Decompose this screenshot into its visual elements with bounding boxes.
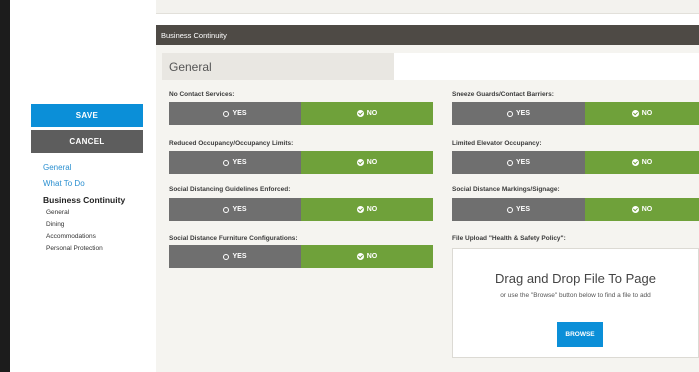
no-option-selected[interactable]: NO xyxy=(585,198,699,221)
yes-option[interactable]: YES xyxy=(169,102,301,125)
option-label: NO xyxy=(366,159,378,166)
radio-icon xyxy=(506,159,513,166)
check-icon xyxy=(356,159,364,166)
option-label: NO xyxy=(366,206,378,213)
option-label: NO xyxy=(641,159,653,166)
radio-icon xyxy=(223,110,230,117)
question-label: Sneeze Guards/Contact Barriers: xyxy=(452,91,554,98)
nav-subitem-dining[interactable]: Dining xyxy=(46,221,64,228)
check-icon xyxy=(356,206,364,213)
upload-label: File Upload "Health & Safety Policy": xyxy=(452,235,566,242)
check-icon xyxy=(356,253,364,260)
option-label: YES xyxy=(232,110,247,117)
dropzone-title: Drag and Drop File To Page xyxy=(495,271,656,286)
yes-no-toggle: YES NO xyxy=(169,102,433,125)
no-option-selected[interactable]: NO xyxy=(585,102,699,125)
yes-option[interactable]: YES xyxy=(452,151,585,174)
option-label: YES xyxy=(232,253,247,260)
radio-icon xyxy=(506,110,513,117)
yes-option[interactable]: YES xyxy=(452,198,585,221)
top-panel-edge xyxy=(156,0,699,14)
no-option-selected[interactable]: NO xyxy=(301,102,433,125)
left-edge-bar xyxy=(0,0,10,372)
yes-no-toggle: YES NO xyxy=(169,198,433,221)
nav-subitem-personal-protection[interactable]: Personal Protection xyxy=(46,245,103,252)
tab-general[interactable]: General xyxy=(162,53,394,80)
cancel-button[interactable]: CANCEL xyxy=(31,130,143,153)
option-label: YES xyxy=(515,110,530,117)
yes-option[interactable]: YES xyxy=(452,102,585,125)
yes-option[interactable]: YES xyxy=(169,245,301,268)
radio-icon xyxy=(223,253,230,260)
browse-button[interactable]: BROWSE xyxy=(557,322,603,347)
radio-icon xyxy=(223,206,230,213)
no-option-selected[interactable]: NO xyxy=(585,151,699,174)
question-label: Limited Elevator Occupancy: xyxy=(452,140,542,147)
nav-subitem-accommodations[interactable]: Accommodations xyxy=(46,233,96,240)
save-button[interactable]: SAVE xyxy=(31,104,143,127)
radio-icon xyxy=(506,206,513,213)
yes-no-toggle: YES NO xyxy=(452,102,699,125)
option-label: YES xyxy=(232,206,247,213)
check-icon xyxy=(631,159,639,166)
section-header: Business Continuity xyxy=(156,25,699,45)
form-panel: General No Contact Services: YES NO Snee… xyxy=(156,45,699,372)
no-option-selected[interactable]: NO xyxy=(301,151,433,174)
no-option-selected[interactable]: NO xyxy=(301,198,433,221)
section-title: Business Continuity xyxy=(161,30,227,40)
check-icon xyxy=(631,206,639,213)
option-label: YES xyxy=(515,206,530,213)
option-label: NO xyxy=(366,253,378,260)
no-option-selected[interactable]: NO xyxy=(301,245,433,268)
nav-link-general[interactable]: General xyxy=(43,163,71,172)
yes-option[interactable]: YES xyxy=(169,151,301,174)
question-label: Social Distancing Guidelines Enforced: xyxy=(169,186,291,193)
yes-no-toggle: YES NO xyxy=(452,151,699,174)
check-icon xyxy=(356,110,364,117)
option-label: NO xyxy=(641,110,653,117)
tab-bar-blank xyxy=(394,53,699,80)
dropzone-subtitle: or use the "Browse" button below to find… xyxy=(500,292,651,299)
nav-subitem-general[interactable]: General xyxy=(46,209,69,216)
yes-no-toggle: YES NO xyxy=(169,245,433,268)
nav-current-business-continuity[interactable]: Business Continuity xyxy=(43,195,125,205)
question-label: Social Distance Furniture Configurations… xyxy=(169,235,298,242)
option-label: YES xyxy=(232,159,247,166)
option-label: NO xyxy=(366,110,378,117)
question-label: Social Distance Markings/Signage: xyxy=(452,186,560,193)
nav-link-what-to-do[interactable]: What To Do xyxy=(43,179,85,188)
radio-icon xyxy=(223,159,230,166)
yes-no-toggle: YES NO xyxy=(169,151,433,174)
check-icon xyxy=(631,110,639,117)
yes-no-toggle: YES NO xyxy=(452,198,699,221)
question-label: No Contact Services: xyxy=(169,91,235,98)
yes-option[interactable]: YES xyxy=(169,198,301,221)
option-label: YES xyxy=(515,159,530,166)
option-label: NO xyxy=(641,206,653,213)
file-dropzone[interactable]: Drag and Drop File To Page or use the "B… xyxy=(452,248,699,358)
question-label: Reduced Occupancy/Occupancy Limits: xyxy=(169,140,294,147)
